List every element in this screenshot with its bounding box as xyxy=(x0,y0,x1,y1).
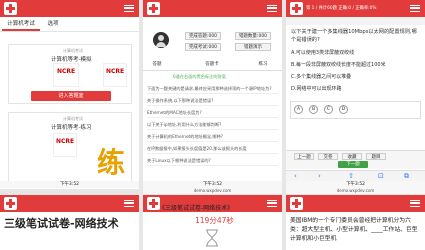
list-item[interactable]: 以下关于ip地址,利用什么方法能够判断? xyxy=(147,120,278,130)
menu-icon[interactable] xyxy=(124,5,134,12)
next-button[interactable]: 下一题 xyxy=(338,161,368,168)
ncre-logo-icon: NCRE xyxy=(53,63,79,87)
practice-badge: 练 xyxy=(97,146,126,179)
notice-text: 6道在右面的黑色标注的答案 xyxy=(173,74,226,79)
tab-computer-exam[interactable]: 计算机考试 xyxy=(2,17,40,31)
status-bar: 下午3:52 xyxy=(286,181,425,188)
list-item[interactable]: 下面为一题关键的是请求,最终应采用那种选择项的一个源IP地址为? xyxy=(147,84,278,94)
app-header: 第 1 / 共计60题 正确:0 / 正确率:0% xyxy=(286,0,425,17)
ncre-logo-icon: NCRE xyxy=(103,63,127,87)
status-time: 下午3:52 xyxy=(59,182,80,187)
list-item[interactable]: Ethernet的MAC地址长度为? xyxy=(147,108,278,118)
option-b[interactable]: B.每一段非屏蔽双绞线长度不能超过100米 xyxy=(291,60,386,70)
status-time: 下午3:52 xyxy=(345,182,366,187)
tab-options[interactable]: 选项 xyxy=(42,17,64,31)
status-time: 下午3:52 xyxy=(202,182,223,187)
back-icon[interactable]: ‹ xyxy=(294,172,297,181)
tabs-icon[interactable]: ⧉ xyxy=(404,172,409,181)
answer-b[interactable]: B xyxy=(309,105,318,114)
hourglass-icon xyxy=(205,229,219,247)
status-bar: 下午3:52 xyxy=(143,181,282,188)
stat-exams[interactable]: 完成考试:000 xyxy=(185,43,221,51)
exam-card-practice[interactable]: 计算机考试 计算机等考-练习 NCRE 练 xyxy=(8,112,132,186)
app-logo-icon[interactable] xyxy=(4,197,17,210)
screen-exam-list: 计算机考试 选项 计算机考试 计算机等考-模拟 NCRE NCRE 进入答题室 … xyxy=(0,0,139,189)
menu-icon[interactable] xyxy=(267,200,277,207)
option-d[interactable]: D.网络中可以出现环路 xyxy=(291,84,341,94)
exam-title: 三级笔试试卷-网络技术 xyxy=(4,217,119,230)
menu-icon[interactable] xyxy=(410,200,420,207)
bookmarks-icon[interactable]: ⊡ xyxy=(378,172,384,181)
exam-paper-title: 《三级笔试试卷-网络技术》 xyxy=(159,205,234,212)
menu-icon[interactable] xyxy=(124,200,134,207)
url-text: demo.wxpdev.com xyxy=(336,188,375,193)
option-a[interactable]: A.可以使用3类非屏蔽双绞线 xyxy=(291,48,354,58)
app-header xyxy=(0,195,139,212)
screen-exam-title: 三级笔试试卷-网络技术 xyxy=(0,195,139,250)
tab-bar: 计算机考试 选项 xyxy=(0,17,139,32)
url-bar[interactable]: demo.wxpdev.com xyxy=(286,188,425,194)
card-title: 计算机等考-模拟 xyxy=(51,57,92,63)
url-bar[interactable]: demo.wxpdev.com xyxy=(143,188,282,194)
answer-d[interactable]: D xyxy=(339,105,348,114)
question-toolbar xyxy=(286,17,425,25)
submit-button[interactable]: 交卷 xyxy=(318,153,338,160)
app-header xyxy=(143,0,282,17)
enter-exam-button[interactable]: 进入答题室 xyxy=(31,91,111,101)
favorite-button[interactable]: 收藏 xyxy=(342,153,362,160)
avatar[interactable] xyxy=(153,32,169,48)
screen-exam-timer: 《三级笔试试卷-网络技术》 119分47秒 xyxy=(143,195,282,250)
card-title: 计算机等考-练习 xyxy=(51,125,92,131)
question-list-button[interactable]: 题目 xyxy=(366,153,386,160)
list-item[interactable]: 关于Linux以下哪种说法是错误的? xyxy=(147,156,278,166)
status-bar: 下午3:52 xyxy=(0,181,139,188)
answer-a[interactable]: A xyxy=(294,105,303,114)
app-header xyxy=(286,195,425,212)
list-item[interactable]: 关于操作系统,以下那种说法是错误? xyxy=(147,96,278,106)
tab-practice[interactable]: 练习 xyxy=(253,60,273,70)
progress-header: 第 1 / 共计60题 正确:0 / 正确率:0% xyxy=(306,6,377,11)
question-text: 美国IBM的一个专门委员会曾经把计算机分为六类：超大型主机、小型计算机、____… xyxy=(290,218,418,242)
app-logo-icon[interactable] xyxy=(290,2,303,15)
menu-icon[interactable] xyxy=(410,5,420,12)
card-category: 计算机考试 xyxy=(63,116,83,121)
screen-user-center: 完成答题:000 错题数量:000 完成考试:000 错题演示 答题 答题卡 练… xyxy=(143,0,282,189)
question-text: 以下关于建一个多集线器10Mbps以太网的配置规则,哪个是错误的? xyxy=(291,29,417,43)
wrong-demo-button[interactable]: 错题演示 xyxy=(235,43,271,51)
exam-card-mock[interactable]: 计算机考试 计算机等考-模拟 NCRE NCRE 进入答题室 xyxy=(8,44,132,104)
ncre-logo-icon: NCRE xyxy=(53,133,77,157)
answer-c[interactable]: C xyxy=(324,105,333,114)
screen-question-text: 美国IBM的一个专门委员会曾经把计算机分为六类：超大型主机、小型计算机、____… xyxy=(286,195,425,250)
screen-question: 第 1 / 共计60题 正确:0 / 正确率:0% 以下关于建一个多集线器10M… xyxy=(286,0,425,189)
menu-icon[interactable] xyxy=(267,5,277,12)
list-item[interactable]: 关于计算机的Ethernet的地址概念,哪种? xyxy=(147,132,278,142)
tab-answer-card[interactable]: 答题卡 xyxy=(199,60,225,70)
stat-wrong[interactable]: 错题数量:000 xyxy=(235,32,271,40)
url-text: demo.wxpdev.com xyxy=(193,188,232,193)
forward-icon[interactable]: › xyxy=(318,172,321,181)
countdown-timer: 119分47秒 xyxy=(195,216,234,225)
question-action-bar: 上一题 交卷 收藏 题目 下一题 xyxy=(286,150,425,169)
app-header xyxy=(0,0,139,17)
share-icon[interactable]: ⇧ xyxy=(348,172,354,181)
list-item[interactable]: 在IP数据报中,如果报头长度值是20,那么该报头的长度 xyxy=(147,144,278,154)
sub-tab-bar: 答题 答题卡 练习 xyxy=(143,60,282,71)
prev-button[interactable]: 上一题 xyxy=(294,153,314,160)
card-category: 计算机考试 xyxy=(63,48,83,53)
app-logo-icon[interactable] xyxy=(147,2,160,15)
app-logo-icon[interactable] xyxy=(4,2,17,15)
option-c[interactable]: C.多个集线器之间可以堆叠 xyxy=(291,72,351,82)
tab-answer[interactable]: 答题 xyxy=(147,60,167,70)
app-logo-icon[interactable] xyxy=(290,197,303,210)
stat-answered[interactable]: 完成答题:000 xyxy=(185,32,221,40)
answer-sheet: A B C D xyxy=(290,101,421,119)
